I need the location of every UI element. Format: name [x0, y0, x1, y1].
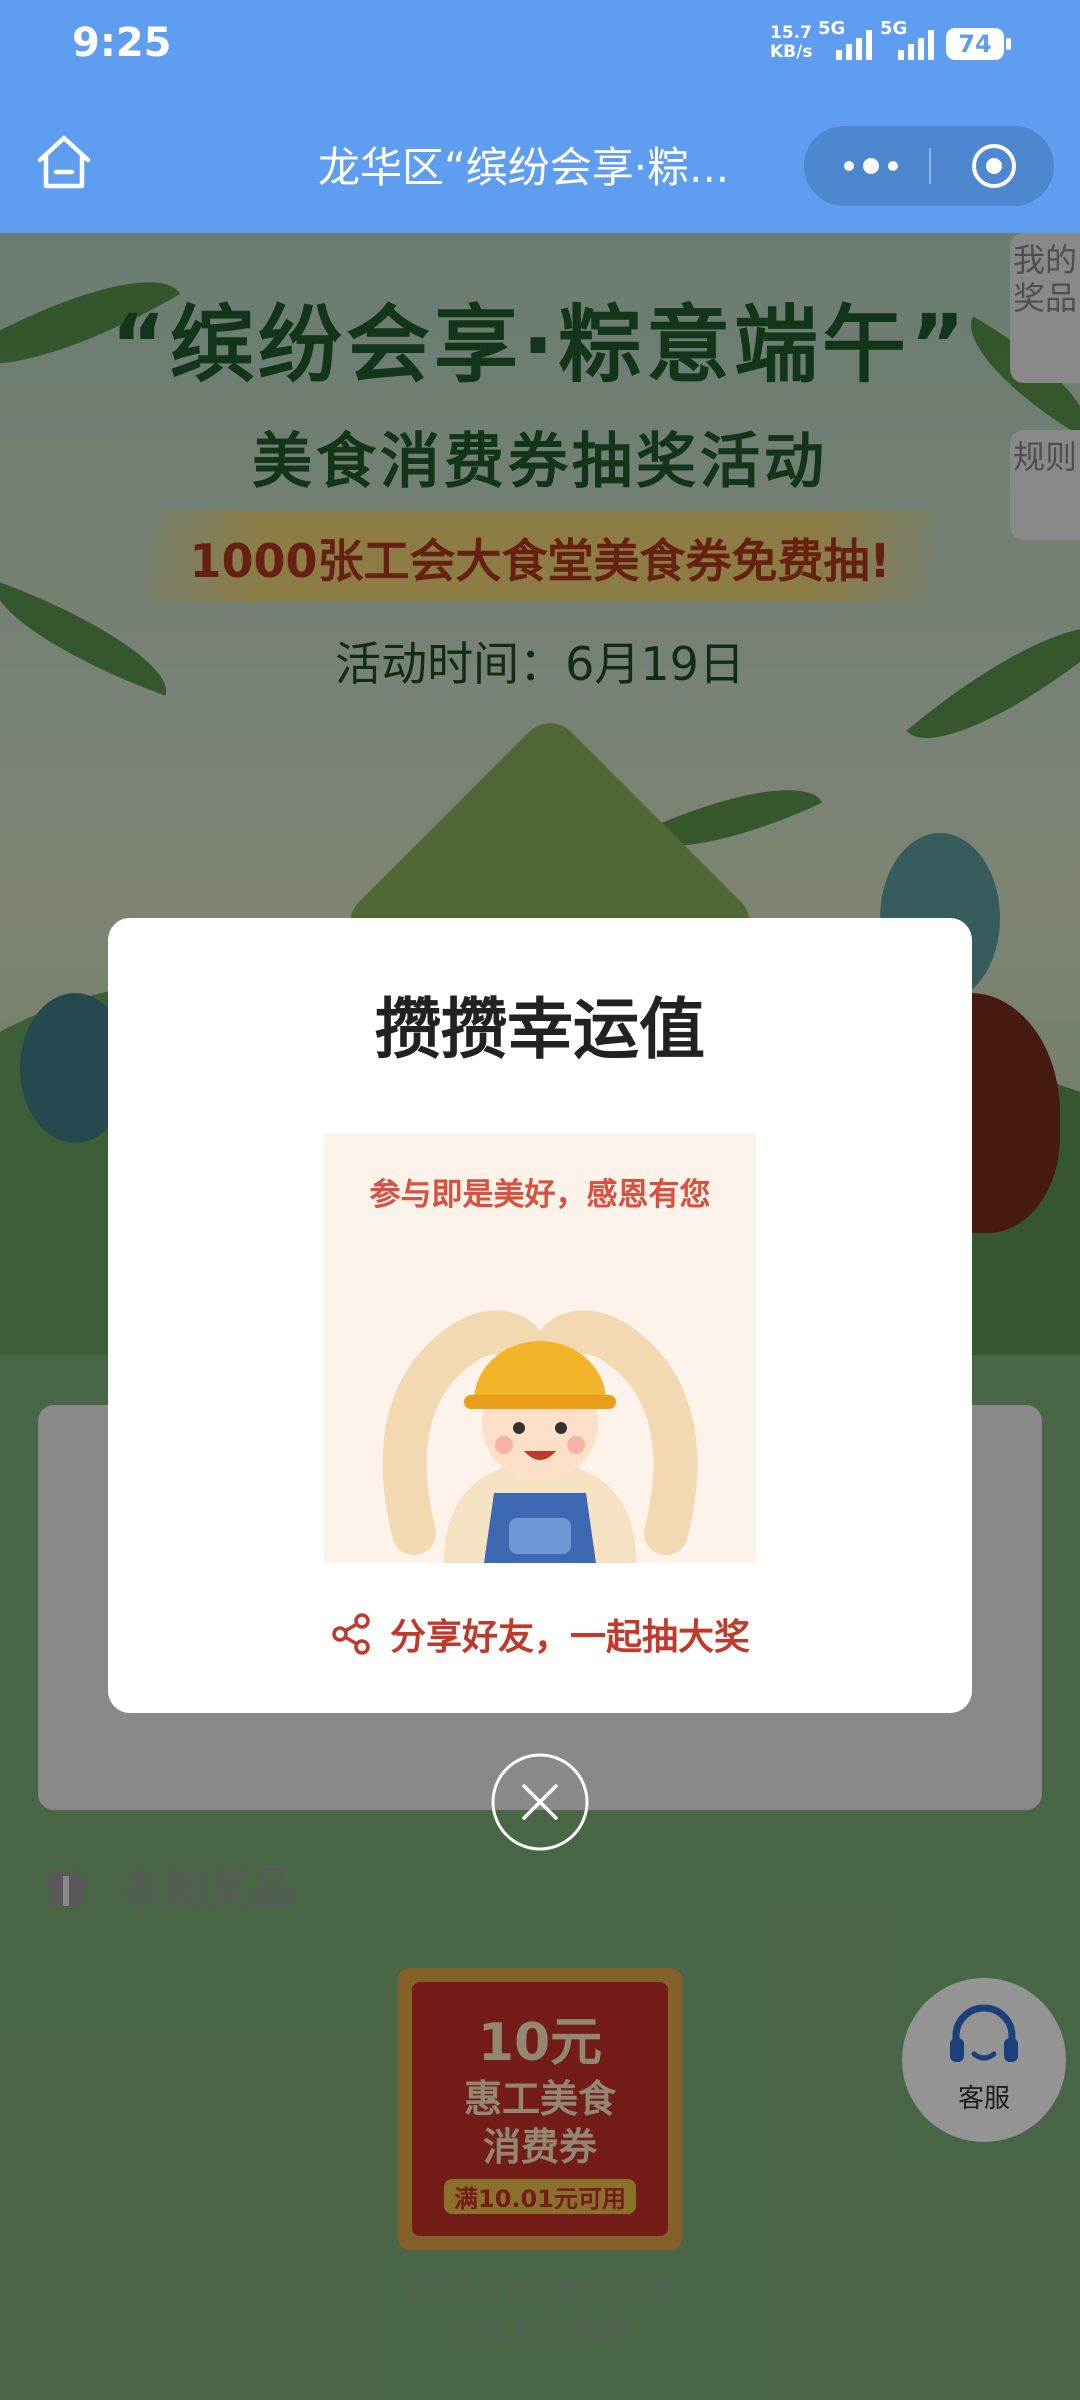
worker-heart-illustration: [382, 1310, 698, 1563]
close-miniprogram-icon[interactable]: [970, 142, 1018, 190]
battery-level: 74: [958, 30, 992, 58]
status-bar: 9:25 15.7 KB/s 5G 5G 74: [0, 0, 1080, 90]
signal-icon: [836, 30, 872, 60]
home-icon[interactable]: [32, 130, 96, 194]
miniprogram-capsule: [804, 126, 1054, 206]
more-icon[interactable]: [836, 146, 906, 186]
share-icon: [332, 1613, 370, 1655]
modal-title: 攒攒幸运值: [375, 991, 705, 1068]
battery-icon: 74: [946, 28, 1011, 60]
share-button[interactable]: 分享好友，一起抽大奖: [108, 1608, 972, 1660]
capsule-divider: [929, 148, 931, 184]
poster-text: 参与即是美好，感恩有您: [369, 1177, 711, 1213]
nav-bar: 龙华区“缤纷会享·粽...: [0, 90, 1080, 233]
lucky-value-modal: 攒攒幸运值 参与即是美好，感恩有您 分享好友，一起抽大奖: [108, 918, 972, 1713]
network-speed-unit: KB/s: [770, 42, 813, 62]
status-time: 9:25: [72, 20, 172, 66]
signal-icon-2: [898, 30, 934, 60]
network-speed: 15.7 KB/s: [770, 24, 812, 62]
close-icon[interactable]: [490, 1752, 590, 1852]
network-speed-value: 15.7: [770, 23, 812, 43]
share-label: 分享好友，一起抽大奖: [389, 1617, 750, 1658]
page-title: 龙华区“缤纷会享·粽...: [318, 143, 730, 192]
share-poster: 参与即是美好，感恩有您: [324, 1133, 756, 1563]
